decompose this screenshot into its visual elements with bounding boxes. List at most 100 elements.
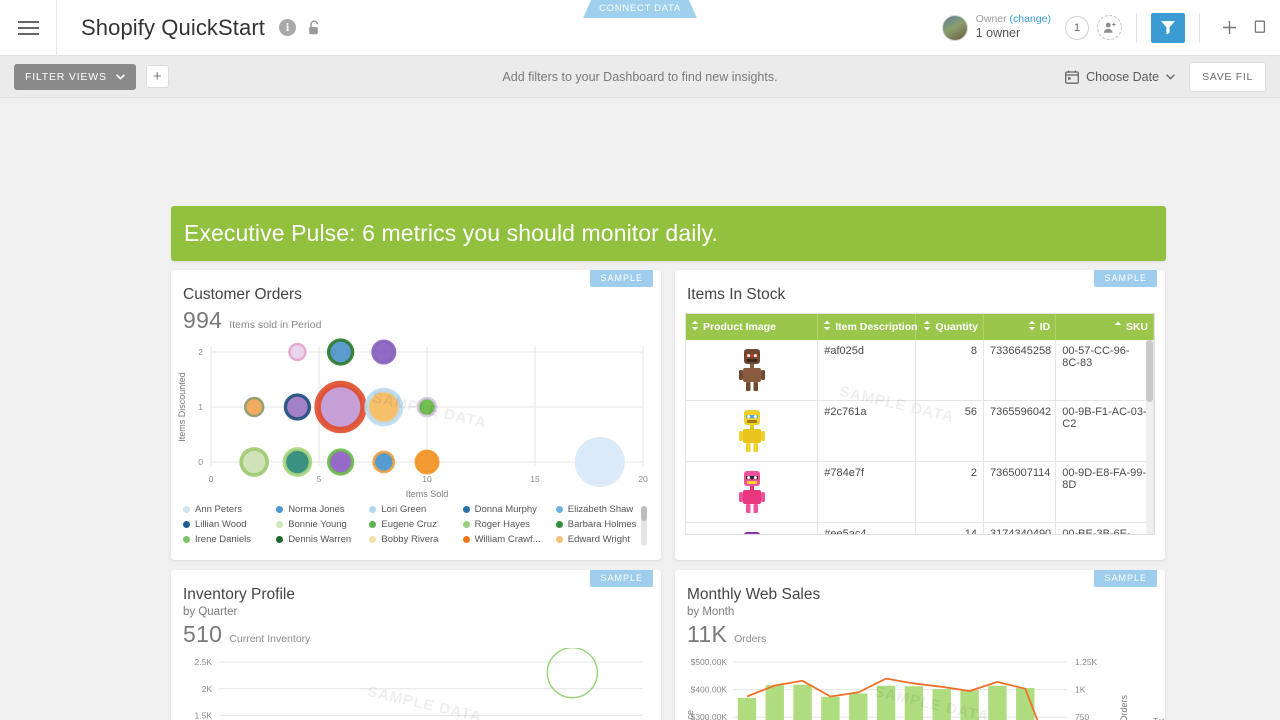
legend-item[interactable]: Bonnie Young — [276, 519, 367, 530]
legend-color-dot — [462, 521, 470, 528]
save-filters-button[interactable]: SAVE FIL — [1189, 61, 1266, 92]
share-count-badge[interactable]: 1 — [1065, 15, 1089, 40]
panel-customer-orders[interactable]: SAMPLE Customer Orders 994 Items sold in… — [171, 270, 661, 560]
page-title: Shopify QuickStart — [81, 14, 265, 40]
add-user-icon[interactable] — [1097, 15, 1122, 40]
cell-sku: 00-9D-E8-FA-99-8D — [1055, 461, 1154, 523]
column-header-label: Item Description — [835, 320, 918, 333]
legend-item[interactable]: Roger Hayes — [462, 519, 554, 530]
calendar-icon — [1065, 70, 1080, 84]
legend-item[interactable]: Elizabeth Shaw — [555, 504, 647, 515]
filter-button[interactable] — [1151, 12, 1185, 43]
svg-text:1.25K: 1.25K — [1075, 657, 1098, 667]
svg-text:Total Price: Total Price — [685, 710, 695, 720]
legend-item[interactable]: Irene Daniels — [183, 534, 274, 545]
items-table-wrapper: Product Image Item Description Quantity ID S… — [685, 313, 1155, 535]
owner-role-label: Owner — [975, 13, 1007, 26]
filter-views-button[interactable]: FILTER VIEWS — [14, 63, 136, 90]
hamburger-icon[interactable] — [0, 0, 56, 56]
cell-quantity: 14 — [915, 522, 984, 534]
kpi-value: 11K — [687, 621, 728, 647]
info-icon[interactable]: i — [279, 19, 296, 36]
legend-item[interactable]: Dennis Warren — [276, 534, 367, 545]
legend-item[interactable]: Eugene Cruz — [369, 519, 460, 530]
legend-color-dot — [555, 521, 563, 528]
svg-text:2.5K: 2.5K — [195, 657, 213, 667]
legend-item[interactable]: Norma Jones — [276, 504, 367, 515]
sort-both-icon[interactable] — [823, 320, 831, 334]
legend-item[interactable]: Edward Wright — [555, 534, 647, 545]
legend-color-dot — [555, 536, 563, 543]
avatar-purple-robot — [743, 532, 760, 534]
table-row[interactable]: #784e7f 2 7365007114 00-9D-E8-FA-99-8D — [686, 461, 1154, 523]
legend-item[interactable]: Donna Murphy — [462, 504, 554, 515]
panel-subtitle: by Month — [687, 606, 735, 618]
legend-label: Bonnie Young — [288, 519, 347, 530]
legend-scrollbar[interactable] — [641, 506, 647, 546]
product-image-cell — [686, 461, 819, 523]
column-header[interactable]: Product Image — [686, 314, 819, 340]
headline-banner[interactable]: Executive Pulse: 6 metrics you should mo… — [171, 206, 1166, 261]
table-row[interactable]: #2c761a 56 7365596042 00-9B-F1-AC-03-C2 — [686, 400, 1154, 462]
panel-title: Customer Orders — [183, 286, 302, 303]
legend-item[interactable]: William Crawf... — [462, 534, 554, 545]
column-header[interactable]: ID — [983, 314, 1057, 340]
avatar — [941, 14, 968, 41]
legend-label: Ann Peters — [195, 504, 242, 515]
lock-icon[interactable] — [308, 19, 321, 36]
legend-color-dot — [462, 536, 470, 543]
svg-text:Items Discounted: Items Discounted — [177, 372, 187, 442]
customer-orders-legend[interactable]: Ann Peters Norma Jones Lori Green Donna Mur… — [183, 504, 647, 552]
owner-block[interactable]: Owner (change) 1 owner — [941, 13, 1065, 42]
legend-label: Norma Jones — [288, 504, 345, 515]
legend-label: Eugene Cruz — [381, 519, 437, 530]
cell-id: 3174340490 — [983, 522, 1057, 534]
sort-both-icon[interactable] — [923, 320, 931, 334]
table-scrollbar[interactable] — [1146, 340, 1153, 534]
column-header[interactable]: Quantity — [915, 314, 984, 340]
kpi-label: Items sold in Period — [229, 319, 322, 331]
choose-date-button[interactable]: Choose Date — [1065, 70, 1175, 84]
panel-title: Items In Stock — [687, 286, 786, 303]
sample-badge: SAMPLE — [1094, 270, 1157, 287]
owner-change-link[interactable]: (change) — [1010, 13, 1051, 25]
legend-item[interactable]: Lori Green — [369, 504, 460, 515]
panel-title: Inventory Profile — [183, 586, 295, 603]
svg-text:0: 0 — [209, 474, 214, 484]
column-header[interactable]: SKU — [1055, 314, 1154, 340]
svg-text:20: 20 — [638, 474, 648, 484]
sort-asc-icon[interactable] — [1114, 321, 1122, 333]
legend-item[interactable]: Bobby Rivera — [369, 534, 460, 545]
filter-views-label: FILTER VIEWS — [25, 70, 107, 83]
items-table[interactable]: Product Image Item Description Quantity ID S… — [686, 314, 1154, 534]
legend-item[interactable]: Lillian Wood — [183, 519, 274, 530]
svg-text:2K: 2K — [202, 684, 213, 694]
svg-text:10: 10 — [422, 474, 432, 484]
sort-both-icon[interactable] — [691, 320, 699, 334]
legend-item[interactable]: Ann Peters — [183, 504, 274, 515]
cell-description: #2c761a — [817, 400, 916, 462]
add-filter-button[interactable]: + — [145, 65, 169, 88]
table-row[interactable]: #af025d 8 7336645258 00-57-CC-96-8C-83 — [686, 340, 1154, 401]
legend-color-dot — [276, 506, 284, 513]
column-header[interactable]: Item Description — [817, 314, 918, 340]
cell-description: #ee5ac4 — [817, 522, 916, 534]
owner-count: 1 owner — [975, 26, 1021, 41]
panel-items-in-stock[interactable]: SAMPLE Items In Stock Product Image Item … — [675, 270, 1165, 560]
panel-inventory-profile[interactable]: SAMPLE Inventory Profile by Quarter 510 … — [171, 570, 661, 720]
sort-both-icon[interactable] — [1028, 320, 1036, 334]
legend-label: Donna Murphy — [474, 504, 537, 515]
svg-text:0: 0 — [198, 457, 203, 467]
panel-monthly-web-sales[interactable]: SAMPLE Monthly Web Sales by Month 11K Or… — [675, 570, 1165, 720]
product-image-cell — [686, 340, 819, 401]
column-header-label: Quantity — [935, 320, 978, 333]
legend-item[interactable]: Barbara Holmes — [555, 519, 647, 530]
table-row[interactable]: #ee5ac414317434049000-BE-3B-6E-E3-45 — [686, 522, 1154, 534]
svg-text:1: 1 — [198, 402, 203, 412]
legend-label: Bobby Rivera — [381, 534, 439, 545]
plus-icon[interactable] — [1214, 13, 1244, 43]
copy-icon[interactable] — [1244, 13, 1274, 43]
connect-data-tab[interactable]: CONNECT DATA — [583, 0, 697, 18]
column-header-label: ID — [1039, 320, 1051, 333]
svg-text:750: 750 — [1075, 712, 1089, 720]
